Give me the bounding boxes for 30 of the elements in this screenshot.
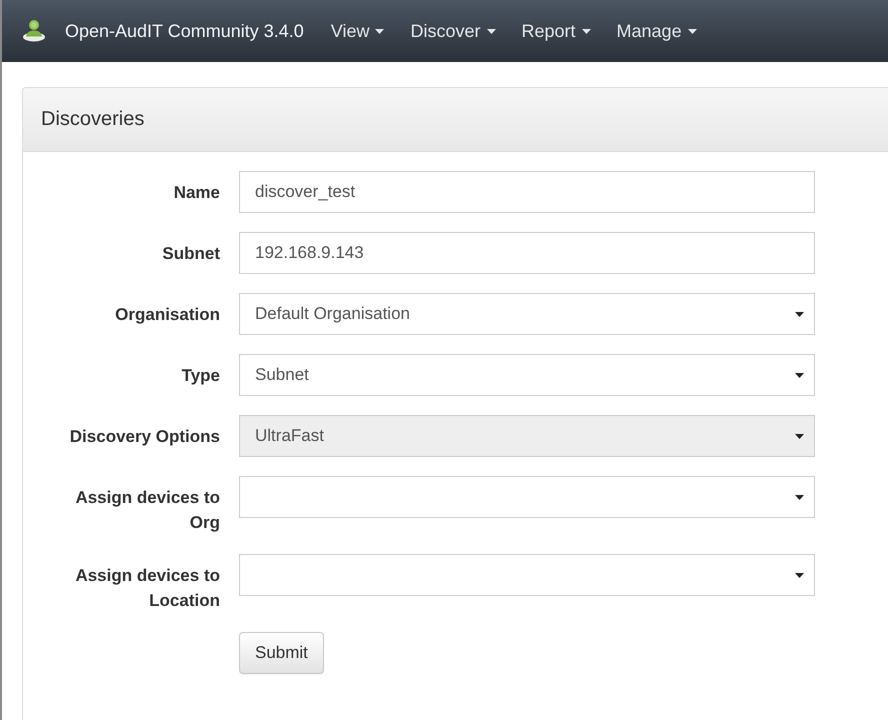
- text-field[interactable]: 192.168.9.143: [239, 232, 815, 274]
- field-label: Discovery Options: [68, 426, 220, 448]
- field-label: Name: [172, 182, 220, 204]
- caret-icon: [795, 494, 804, 500]
- select-field[interactable]: [239, 554, 815, 596]
- select-field[interactable]: Default Organisation: [239, 293, 815, 335]
- caret-icon: [688, 28, 697, 34]
- submit-button[interactable]: Submit: [239, 632, 324, 674]
- nav-menu[interactable]: View: [318, 20, 398, 42]
- field-label: Subnet: [161, 243, 220, 265]
- field-label: Type: [180, 365, 220, 387]
- select-field[interactable]: Subnet: [239, 354, 815, 396]
- caret-icon: [795, 434, 804, 438]
- field-label: Organisation: [114, 304, 220, 326]
- caret-icon: [375, 28, 384, 34]
- nav-menu[interactable]: Discover: [397, 20, 508, 42]
- nav-menu[interactable]: Report: [508, 20, 604, 42]
- panel-title: Discoveries: [41, 108, 144, 131]
- caret-icon: [582, 28, 591, 34]
- select-field[interactable]: [239, 476, 815, 518]
- nav-menu[interactable]: Manage: [604, 20, 710, 42]
- caret-icon: [795, 572, 804, 578]
- caret-icon: [795, 312, 804, 316]
- field-label: Assign devices to Location: [74, 565, 220, 612]
- text-field[interactable]: discover_test: [239, 171, 815, 213]
- person-icon: [22, 18, 46, 42]
- caret-icon: [795, 372, 804, 378]
- brand-link[interactable]: Open-AudIT Community 3.4.0: [65, 20, 304, 42]
- field-label: Assign devices to Org: [74, 487, 220, 534]
- caret-icon: [486, 28, 496, 34]
